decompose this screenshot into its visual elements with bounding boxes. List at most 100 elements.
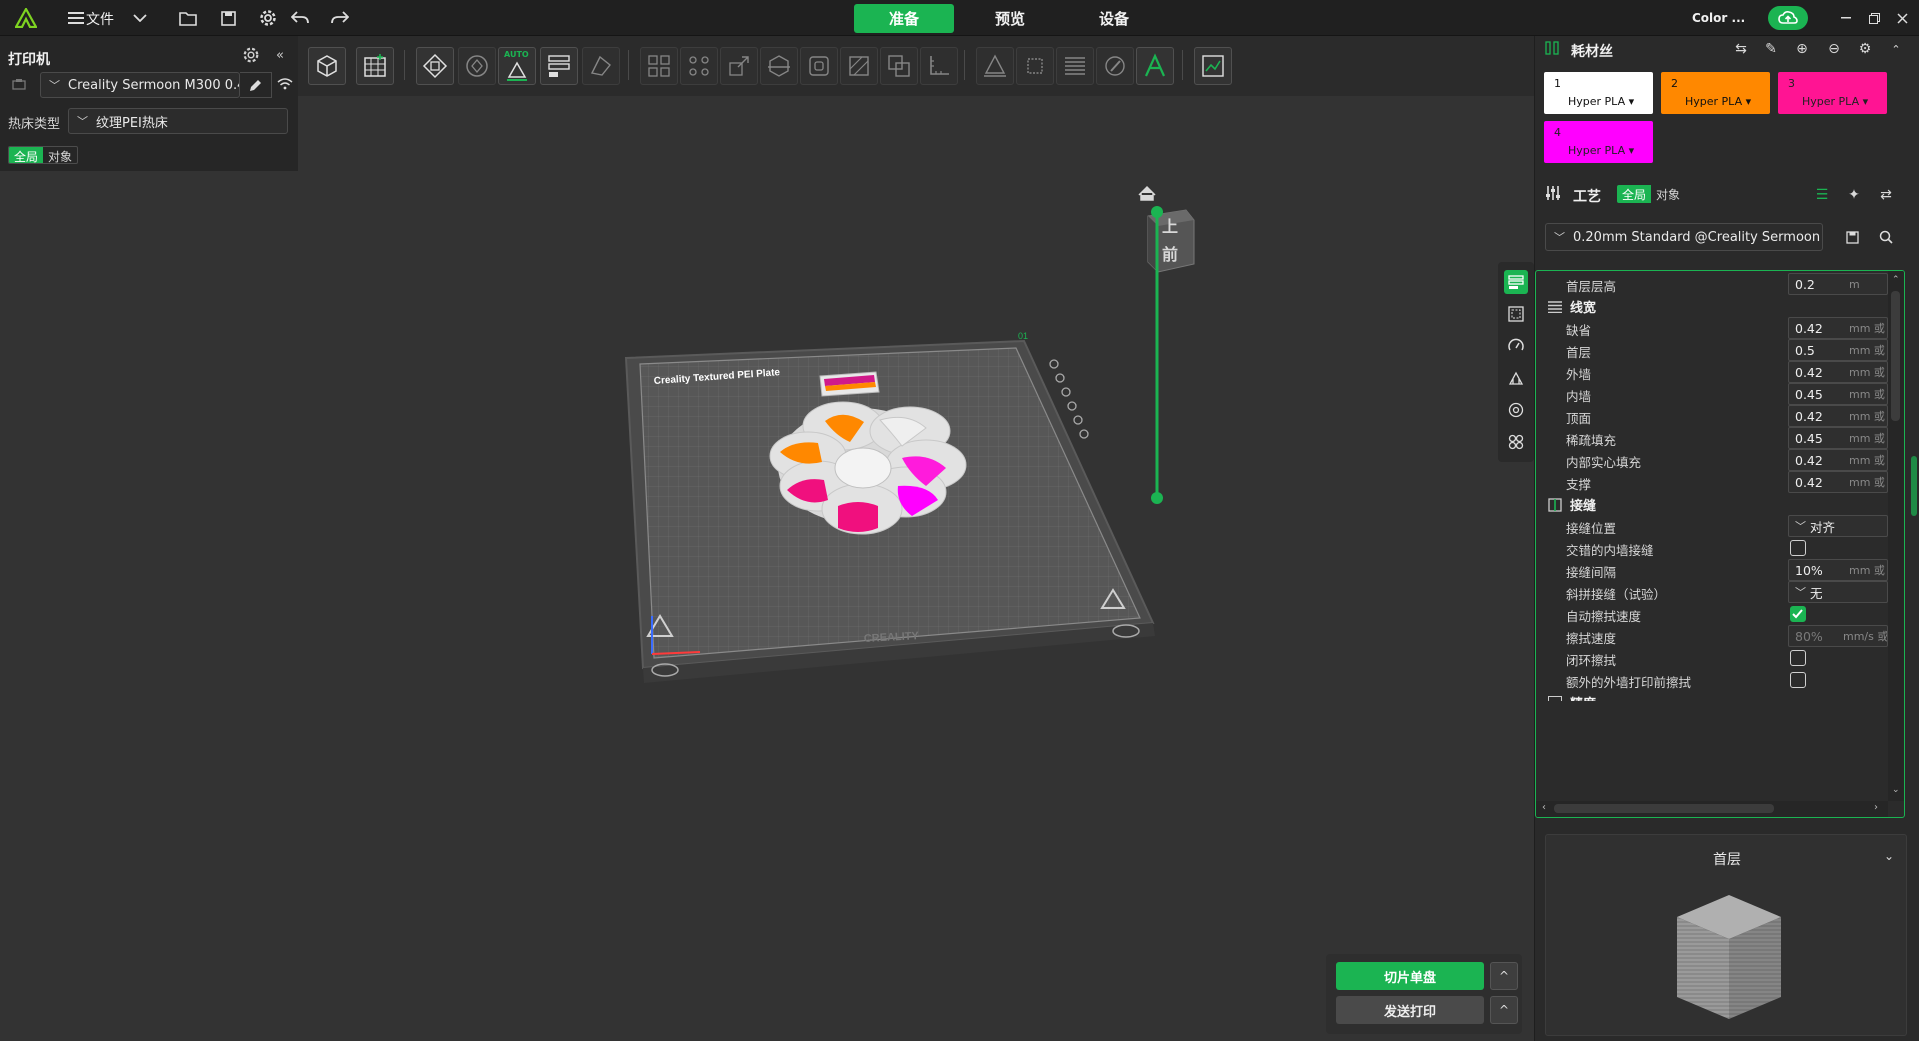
- param-input[interactable]: 0.42 mm 或: [1788, 405, 1888, 427]
- support-paint-button[interactable]: [840, 47, 878, 85]
- param-input[interactable]: 80% mm/s 或: [1788, 625, 1888, 647]
- open-folder-icon[interactable]: [176, 6, 200, 30]
- printer-settings-gear-icon[interactable]: [242, 46, 260, 64]
- process-scope-global[interactable]: 全局: [1617, 185, 1652, 203]
- scale-button[interactable]: [720, 47, 758, 85]
- cut-button[interactable]: [760, 47, 798, 85]
- orient-button[interactable]: [458, 47, 496, 85]
- param-input[interactable]: 0.42 mm 或: [1788, 361, 1888, 383]
- split-parts-button[interactable]: [680, 47, 718, 85]
- auto-orient-button[interactable]: AUTO: [498, 47, 536, 85]
- panel-resize-handle[interactable]: [1911, 456, 1917, 516]
- seam-paint-button[interactable]: [976, 47, 1014, 85]
- add-filament-icon[interactable]: ⊕: [1793, 40, 1811, 58]
- collapse-panel-icon[interactable]: «: [276, 48, 284, 63]
- speed-category-icon[interactable]: [1504, 334, 1528, 358]
- process-brush-icon[interactable]: ✦: [1845, 186, 1863, 204]
- param-first-layer-height: 首层层高 0.2 m: [1536, 273, 1888, 295]
- lay-on-face-button[interactable]: [582, 47, 620, 85]
- variable-layer-button[interactable]: [1056, 47, 1094, 85]
- add-model-button[interactable]: [308, 47, 346, 85]
- add-plate-button[interactable]: [356, 47, 394, 85]
- layout-button[interactable]: [540, 47, 578, 85]
- filament-slot-1[interactable]: 1 Hyper PLA ▾: [1544, 72, 1653, 114]
- hollow-button[interactable]: [800, 47, 838, 85]
- wifi-icon[interactable]: [277, 78, 293, 90]
- support-category-icon[interactable]: [1504, 366, 1528, 390]
- bed-type-select[interactable]: ﹀ 纹理PEI热床: [68, 108, 288, 134]
- filament-slot-3[interactable]: 3 Hyper PLA ▾: [1778, 72, 1887, 114]
- filament-slot-4[interactable]: 4 Hyper PLA ▾: [1544, 121, 1653, 163]
- param-checkbox[interactable]: [1790, 540, 1806, 556]
- param-input[interactable]: 0.42 mm 或: [1788, 471, 1888, 493]
- redo-icon[interactable]: [328, 6, 352, 30]
- remove-filament-icon[interactable]: ⊖: [1825, 40, 1843, 58]
- arrange-button[interactable]: [416, 47, 454, 85]
- tab-preview[interactable]: 预览: [960, 4, 1060, 33]
- text-tool-button[interactable]: [1136, 47, 1174, 85]
- filament-sync-icon[interactable]: ⇆: [1732, 40, 1750, 58]
- home-view-icon[interactable]: [1138, 185, 1156, 201]
- multimaterial-category-icon[interactable]: [1504, 398, 1528, 422]
- boolean-button[interactable]: [880, 47, 918, 85]
- param-checkbox[interactable]: [1790, 650, 1806, 666]
- filament-settings-gear-icon[interactable]: ⚙: [1856, 40, 1874, 58]
- send-options-button[interactable]: ^: [1490, 996, 1518, 1024]
- others-category-icon[interactable]: [1504, 430, 1528, 454]
- filament-slot-2[interactable]: 2 Hyper PLA ▾: [1661, 72, 1770, 114]
- send-print-button[interactable]: 发送打印: [1336, 996, 1484, 1024]
- param-input[interactable]: 10% mm 或: [1788, 559, 1888, 581]
- file-menu[interactable]: 文件: [86, 9, 114, 29]
- param-input[interactable]: 0.45 mm 或: [1788, 427, 1888, 449]
- color-profile-label[interactable]: Color ...: [1692, 11, 1745, 25]
- cloud-upload-button[interactable]: [1768, 6, 1808, 30]
- printer-name: Creality Sermoon M300 0.4 ...: [68, 77, 239, 93]
- settings-gear-icon[interactable]: [256, 6, 280, 30]
- param-checkbox[interactable]: [1790, 672, 1806, 688]
- strength-category-icon[interactable]: [1504, 302, 1528, 326]
- scope-global-tab[interactable]: 全局: [9, 147, 44, 163]
- param-input[interactable]: 0.5 mm 或: [1788, 339, 1888, 361]
- slice-plate-button[interactable]: 切片单盘: [1336, 962, 1484, 990]
- param-input[interactable]: 0.2 m: [1788, 273, 1888, 295]
- menu-icon[interactable]: [64, 6, 88, 30]
- param-input[interactable]: 0.42 mm 或: [1788, 317, 1888, 339]
- quality-category-icon[interactable]: [1504, 270, 1528, 294]
- close-icon[interactable]: [1890, 6, 1914, 30]
- horizontal-scrollbar[interactable]: ‹ ›: [1536, 801, 1888, 817]
- advanced-settings-icon[interactable]: ☰: [1813, 186, 1831, 204]
- collapse-filament-icon[interactable]: ⌃: [1887, 40, 1905, 58]
- chevron-down-icon[interactable]: [128, 6, 152, 30]
- save-icon[interactable]: [216, 6, 240, 30]
- minimize-icon[interactable]: [1834, 6, 1858, 30]
- scope-object-tab[interactable]: 对象: [43, 147, 77, 164]
- restore-icon[interactable]: [1862, 6, 1886, 30]
- slice-options-button[interactable]: ^: [1490, 962, 1518, 990]
- param-checkbox[interactable]: [1790, 606, 1806, 622]
- search-icon[interactable]: [1877, 228, 1895, 246]
- measure-button[interactable]: [920, 47, 958, 85]
- color-paint-button[interactable]: [1096, 47, 1134, 85]
- save-preset-icon[interactable]: [1843, 228, 1861, 246]
- edit-printer-button[interactable]: [240, 72, 272, 98]
- small-model[interactable]: [819, 371, 880, 397]
- tab-prepare[interactable]: 准备: [854, 4, 954, 33]
- chevron-down-icon[interactable]: ⌄: [1884, 849, 1894, 863]
- printer-select[interactable]: ﹀ Creality Sermoon M300 0.4 ...: [40, 72, 240, 98]
- fuzzy-skin-button[interactable]: [1016, 47, 1054, 85]
- undo-icon[interactable]: [288, 6, 312, 30]
- tab-device[interactable]: 设备: [1064, 4, 1164, 33]
- param-select[interactable]: ﹀ 无: [1788, 581, 1888, 603]
- process-preset-select[interactable]: ﹀ 0.20mm Standard @Creality Sermoon M3..…: [1545, 223, 1823, 251]
- param-select[interactable]: ﹀ 对齐: [1788, 515, 1888, 537]
- assembly-view-button[interactable]: [1194, 47, 1232, 85]
- slice-actions: 切片单盘 ^ 发送打印 ^: [1326, 954, 1522, 1034]
- split-objects-button[interactable]: [640, 47, 678, 85]
- process-compare-icon[interactable]: ⇄: [1877, 186, 1895, 204]
- vertical-scrollbar[interactable]: ⌃ ⌄: [1888, 271, 1904, 801]
- param-input[interactable]: 0.45 mm 或: [1788, 383, 1888, 405]
- viewport-3d[interactable]: Creality Textured PEI Plate 01 CREALITY: [298, 96, 1534, 1041]
- filament-brush-icon[interactable]: ✎: [1762, 40, 1780, 58]
- process-scope-object[interactable]: 对象: [1651, 185, 1685, 203]
- param-input[interactable]: 0.42 mm 或: [1788, 449, 1888, 471]
